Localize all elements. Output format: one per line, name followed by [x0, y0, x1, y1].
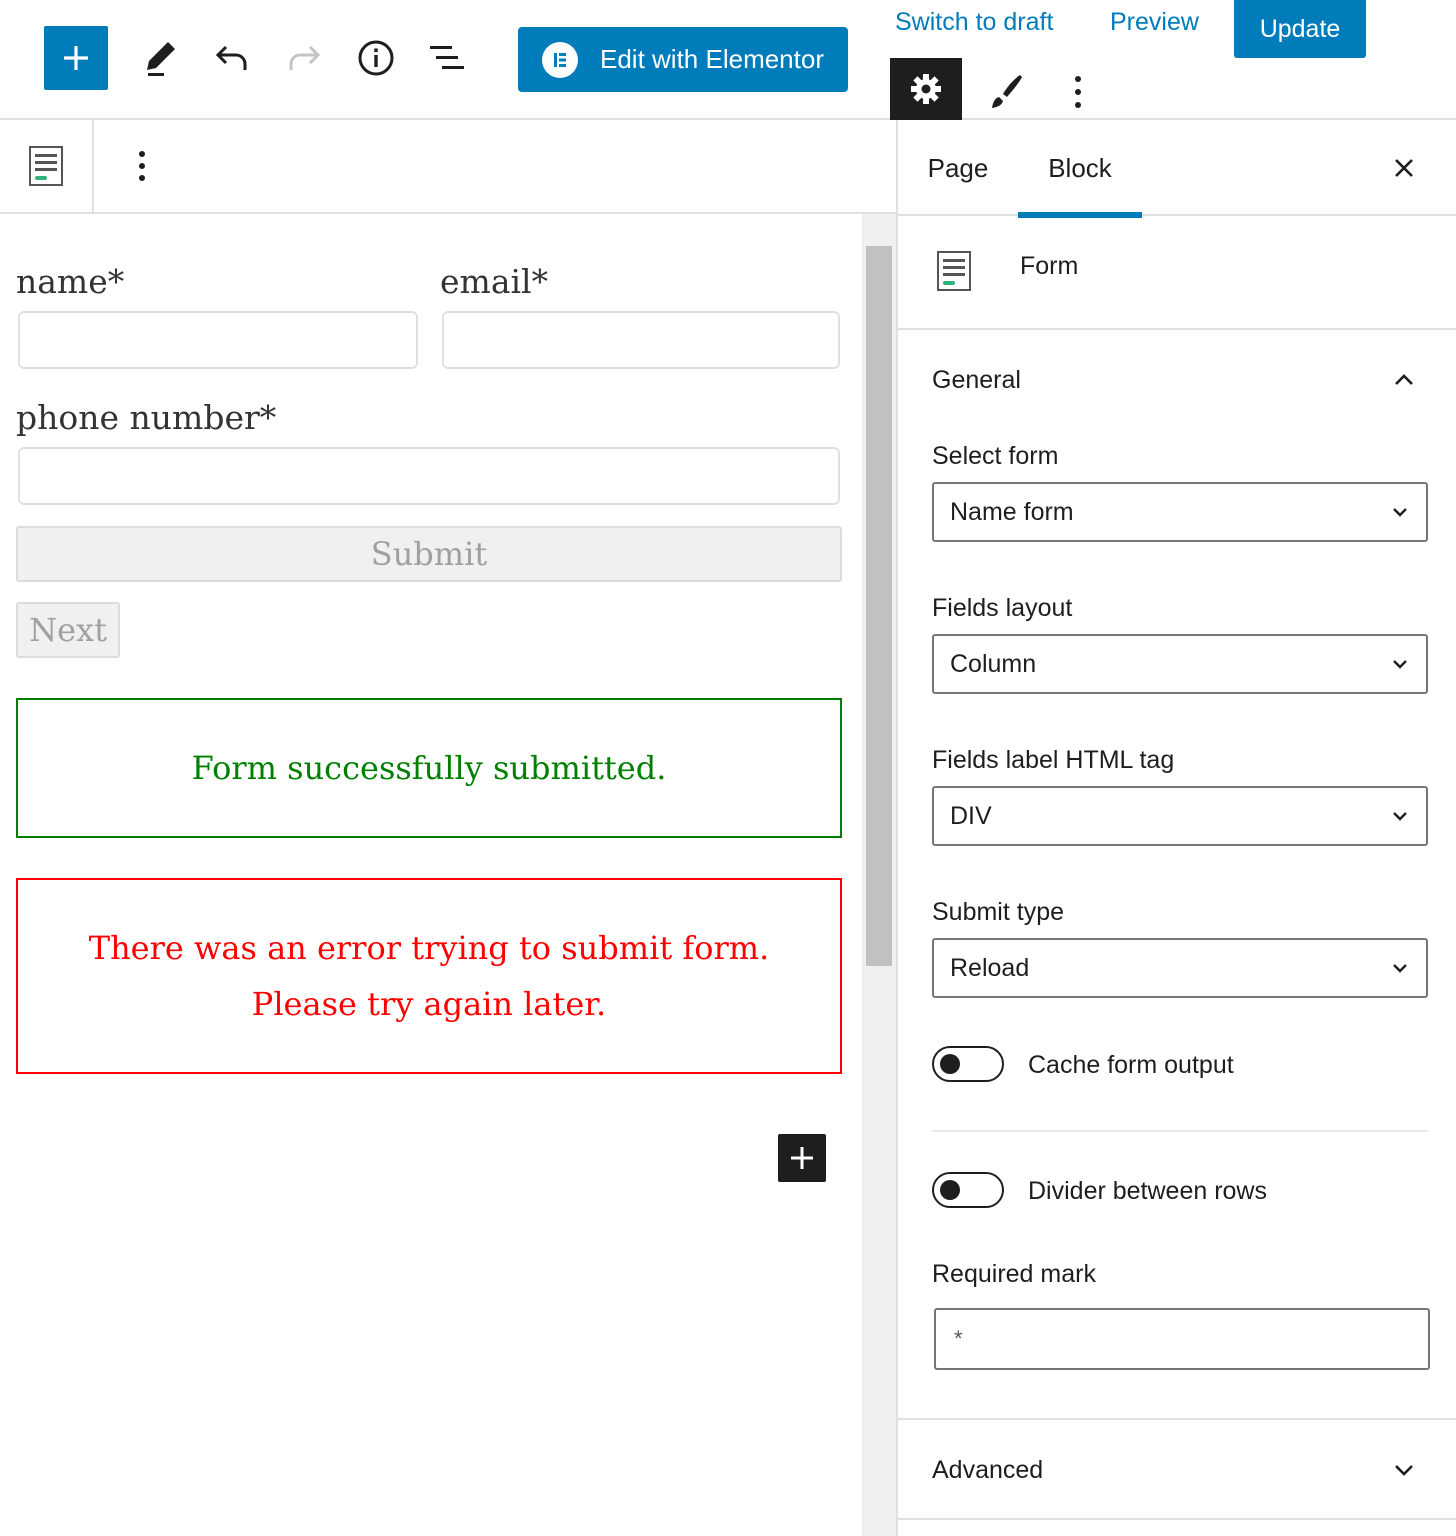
- required-mark-label: Required mark: [932, 1260, 1096, 1288]
- phone-field-label: phone number*: [16, 398, 277, 437]
- chevron-down-icon: [1393, 508, 1407, 517]
- next-button[interactable]: Next: [16, 602, 120, 658]
- styles-button[interactable]: [978, 64, 1034, 120]
- chevron-down-icon: [1393, 660, 1407, 669]
- block-type-button[interactable]: [0, 120, 94, 212]
- label-tag-value: DIV: [950, 801, 992, 830]
- email-input[interactable]: [442, 311, 840, 369]
- phone-input[interactable]: [18, 447, 840, 505]
- chevron-down-icon: [1393, 964, 1407, 973]
- label-tag-label: Fields label HTML tag: [932, 746, 1175, 774]
- close-icon: [1395, 159, 1413, 177]
- redo-button[interactable]: [276, 30, 332, 86]
- plus-icon: [791, 1147, 813, 1169]
- submit-button[interactable]: Submit: [16, 526, 842, 582]
- block-card: Form: [898, 216, 1456, 330]
- inline-add-block-button[interactable]: [778, 1134, 826, 1182]
- redo-icon: [289, 45, 321, 70]
- block-options-button[interactable]: [118, 142, 166, 190]
- details-button[interactable]: [348, 30, 404, 86]
- brush-icon: [992, 75, 1022, 108]
- more-vertical-icon: [1075, 76, 1081, 108]
- fields-layout-dropdown[interactable]: Column: [932, 634, 1428, 694]
- close-sidebar-button[interactable]: [1382, 146, 1426, 190]
- tab-page[interactable]: Page: [912, 120, 1004, 216]
- add-block-button[interactable]: [44, 26, 108, 90]
- tools-button[interactable]: [132, 30, 188, 86]
- name-input[interactable]: [18, 311, 418, 369]
- more-vertical-icon: [139, 151, 145, 181]
- label-tag-dropdown[interactable]: DIV: [932, 786, 1428, 846]
- divider-rows-toggle[interactable]: [932, 1172, 1004, 1208]
- error-message-line-1: There was an error trying to submit form…: [88, 929, 770, 967]
- form-block-icon: [29, 146, 63, 186]
- divider-rows-label: Divider between rows: [1028, 1177, 1267, 1205]
- required-mark-input[interactable]: *: [934, 1308, 1430, 1370]
- editor-canvas: name* email* phone number* Submit Next F…: [0, 214, 862, 1536]
- undo-button[interactable]: [204, 30, 260, 86]
- tab-block[interactable]: Block: [1018, 120, 1142, 218]
- error-message-line-2: Please try again later.: [251, 985, 607, 1023]
- chevron-up-icon: [1395, 374, 1413, 385]
- edit-with-elementor-label: Edit with Elementor: [600, 44, 824, 74]
- advanced-panel-toggle[interactable]: Advanced: [932, 1456, 1043, 1485]
- options-menu-button[interactable]: [1050, 64, 1106, 120]
- canvas-scrollbar-thumb[interactable]: [866, 246, 892, 966]
- edit-with-elementor-button[interactable]: Edit with Elementor: [518, 27, 848, 92]
- list-view-button[interactable]: [420, 30, 476, 86]
- advanced-panel-chevron[interactable]: [1388, 1454, 1420, 1486]
- select-form-value: Name form: [950, 497, 1074, 526]
- block-toolbar: [0, 120, 896, 214]
- panel-divider: [932, 1130, 1428, 1132]
- settings-button[interactable]: [890, 58, 962, 120]
- cache-form-toggle[interactable]: [932, 1046, 1004, 1082]
- general-panel-toggle[interactable]: General: [932, 366, 1021, 395]
- submit-type-label: Submit type: [932, 898, 1065, 926]
- email-field-label: email*: [440, 262, 549, 301]
- switch-to-draft-link[interactable]: Switch to draft: [895, 8, 1053, 37]
- toggle-knob: [940, 1180, 960, 1200]
- error-message: There was an error trying to submit form…: [16, 878, 842, 1074]
- select-form-dropdown[interactable]: Name form: [932, 482, 1428, 542]
- submit-type-dropdown[interactable]: Reload: [932, 938, 1428, 998]
- success-message: Form successfully submitted.: [16, 698, 842, 838]
- form-block-icon: [937, 251, 971, 291]
- list-view-icon: [430, 46, 464, 69]
- sidebar-tabs: Page Block: [898, 120, 1456, 218]
- undo-icon: [215, 45, 247, 70]
- plus-icon: [64, 46, 88, 70]
- editor-toolbar: Edit with Elementor Switch to draft Prev…: [0, 0, 1456, 120]
- select-form-label: Select form: [932, 442, 1059, 470]
- chevron-down-icon: [1393, 812, 1407, 821]
- fields-layout-label: Fields layout: [932, 594, 1073, 622]
- info-icon: [358, 40, 394, 76]
- block-card-title: Form: [1020, 252, 1079, 280]
- submit-type-value: Reload: [950, 953, 1030, 982]
- pencil-icon: [147, 42, 175, 76]
- settings-sidebar: Page Block Form General Select form Name…: [896, 120, 1456, 1536]
- name-field-label: name*: [16, 262, 125, 301]
- fields-layout-value: Column: [950, 649, 1037, 678]
- update-button[interactable]: Update: [1234, 0, 1366, 58]
- general-panel-chevron[interactable]: [1388, 364, 1420, 396]
- elementor-icon: [542, 41, 578, 78]
- cache-form-label: Cache form output: [1028, 1051, 1234, 1079]
- gear-icon: [911, 74, 941, 104]
- panel-separator: [898, 1418, 1456, 1420]
- preview-link[interactable]: Preview: [1110, 8, 1199, 37]
- toggle-knob: [940, 1054, 960, 1074]
- panel-separator: [898, 1518, 1456, 1520]
- chevron-down-icon: [1395, 1465, 1413, 1476]
